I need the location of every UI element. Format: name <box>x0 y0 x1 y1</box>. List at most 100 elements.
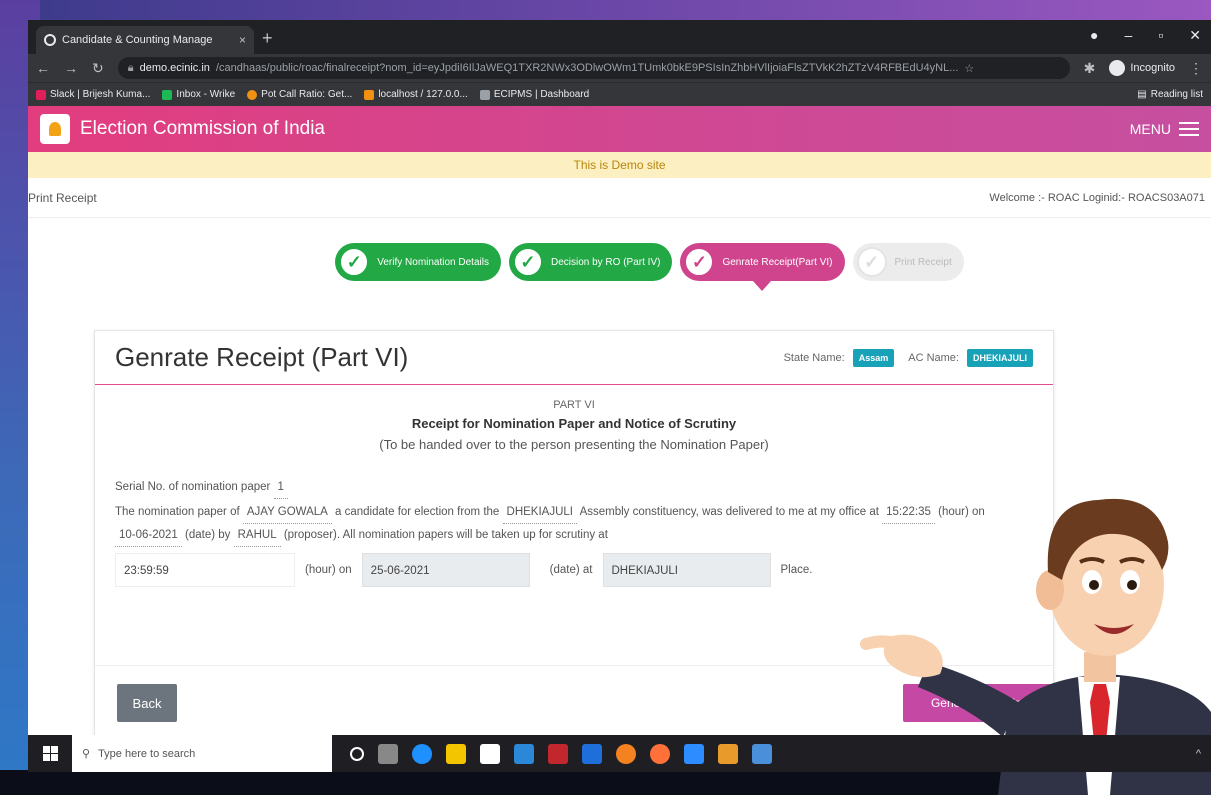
part-title: Receipt for Nomination Paper and Notice … <box>411 416 737 431</box>
app-icon[interactable] <box>752 743 772 764</box>
step-label: Decision by RO (Part IV) <box>550 256 661 268</box>
start-button[interactable] <box>28 735 72 772</box>
incognito-icon <box>1109 60 1126 76</box>
place-label: Place. <box>780 564 813 576</box>
check-icon: ✓ <box>512 247 543 277</box>
bookmark-icon <box>479 89 490 100</box>
page-title: Genrate Receipt (Part VI) <box>115 342 409 372</box>
constituency-name: DHEKIAJULI <box>502 501 577 524</box>
desktop-top-background <box>0 0 1211 20</box>
tab-title: Candidate & Counting Manage <box>62 34 213 46</box>
edge-icon[interactable] <box>412 743 432 764</box>
part-subtitle: (To be handed over to the person present… <box>379 437 769 452</box>
app-icon[interactable] <box>548 743 568 764</box>
bookmark-label: ECIPMS | Dashboard <box>493 89 590 100</box>
page-bar: Print Receipt Welcome :- ROAC Loginid:- … <box>28 178 1211 218</box>
browser-menu-icon[interactable]: ⋮ <box>1189 60 1203 77</box>
system-tray[interactable]: ^ <box>1196 748 1201 760</box>
search-icon: ⚲ <box>82 748 91 760</box>
welcome-text: Welcome :- ROAC Loginid:- ROACS03A071 <box>989 191 1205 204</box>
menu-label: MENU <box>1129 121 1171 137</box>
extensions-puzzle-icon[interactable]: ✱ <box>1084 60 1096 77</box>
scrutiny-place-input[interactable]: DHEKIAJULI <box>602 553 771 587</box>
firefox-icon[interactable] <box>650 743 670 764</box>
zoom-icon[interactable] <box>684 743 704 764</box>
serial-value: 1 <box>273 476 288 499</box>
state-label: State Name: <box>783 351 845 364</box>
hour-on-label: (hour) on <box>305 564 352 576</box>
reload-icon[interactable]: ↻ <box>92 60 104 77</box>
candidate-name: AJAY GOWALA <box>242 501 332 524</box>
app-icon[interactable] <box>514 743 534 764</box>
windows-logo-icon <box>42 746 58 761</box>
step-verify-nomination[interactable]: ✓ Verify Nomination Details <box>335 243 501 281</box>
taskbar-search-placeholder: Type here to search <box>98 747 196 760</box>
check-icon: ✓ <box>856 247 887 277</box>
card-header: Genrate Receipt (Part VI) State Name: As… <box>95 331 1053 385</box>
step-generate-receipt[interactable]: ✓ Genrate Receipt(Part VI) <box>680 243 845 291</box>
hamburger-icon <box>1179 122 1199 136</box>
incognito-indicator[interactable]: Incognito <box>1109 60 1175 76</box>
new-tab-button[interactable]: + <box>262 28 273 49</box>
reading-list[interactable]: ▤ Reading list <box>1137 89 1203 100</box>
file-explorer-icon[interactable] <box>446 743 466 764</box>
bookmark-label: Slack | Brijesh Kuma... <box>50 89 151 100</box>
browser-tab[interactable]: Candidate & Counting Manage × <box>36 26 254 54</box>
serial-label: Serial No. of nomination paper <box>115 481 271 493</box>
part-number: PART VI <box>553 399 595 411</box>
bookmark-item[interactable]: ECIPMS | Dashboard <box>479 89 590 100</box>
text-segment: Assembly constituency, was delivered to … <box>579 506 836 518</box>
store-icon[interactable] <box>480 743 500 764</box>
state-ac-info: State Name: Assam AC Name: DHEKIAJULI <box>783 348 1033 367</box>
reading-list-label: Reading list <box>1150 89 1203 100</box>
proposer-name: RAHUL <box>233 524 281 547</box>
back-button[interactable]: Back <box>117 684 177 722</box>
tab-close-icon[interactable]: × <box>239 33 246 47</box>
scrutiny-date-input[interactable]: 25-06-2021 <box>361 553 530 587</box>
bookmark-item[interactable]: localhost / 127.0.0... <box>364 89 468 100</box>
bookmark-icon <box>162 89 173 100</box>
text-segment: a candidate for election from the <box>335 506 500 518</box>
profile-circle-icon[interactable]: ● <box>1090 27 1098 44</box>
reading-list-icon: ▤ <box>1137 89 1147 100</box>
bookmark-label: localhost / 127.0.0... <box>378 89 468 100</box>
bookmark-item[interactable]: Slack | Brijesh Kuma... <box>36 89 150 100</box>
app-icon[interactable] <box>718 743 738 764</box>
step-label: Verify Nomination Details <box>377 256 489 268</box>
text-segment: (proposer). All nomination papers will b… <box>283 529 608 541</box>
minimize-icon[interactable]: – <box>1125 27 1133 44</box>
step-print-receipt[interactable]: ✓ Print Receipt <box>852 243 964 281</box>
app-name: Election Commission of India <box>80 118 325 139</box>
demo-notice: This is Demo site <box>28 152 1211 178</box>
address-bar-row: ← → ↻ 🔒︎ demo.ecinic.in /candhaas/public… <box>28 54 1211 82</box>
check-icon: ✓ <box>684 247 715 277</box>
cortana-icon[interactable] <box>350 746 364 761</box>
bookmark-icon <box>364 89 375 100</box>
bookmark-star-icon[interactable]: ☆ <box>964 62 974 75</box>
forward-arrow-icon[interactable]: → <box>64 60 78 76</box>
task-view-icon[interactable] <box>378 743 398 764</box>
taskbar-apps <box>350 743 772 764</box>
url-field[interactable]: 🔒︎ demo.ecinic.in /candhaas/public/roac/… <box>117 57 1070 79</box>
tab-bar: Candidate & Counting Manage × + ● – ▫ ✕ <box>28 20 1211 54</box>
scrutiny-time-input[interactable]: 23:59:59 <box>115 553 295 587</box>
menu-button[interactable]: MENU <box>1130 121 1199 137</box>
window-controls: ● – ▫ ✕ <box>1090 27 1201 44</box>
ac-badge: DHEKIAJULI <box>966 348 1033 367</box>
eci-logo <box>40 114 70 144</box>
url-host: demo.ecinic.in <box>139 62 210 74</box>
lock-icon: 🔒︎ <box>127 61 134 74</box>
bookmark-icon <box>247 89 258 100</box>
mail-icon[interactable] <box>582 743 602 764</box>
part-header: PART VI Receipt for Nomination Paper and… <box>95 399 1053 452</box>
bookmark-item[interactable]: Pot Call Ratio: Get... <box>247 89 352 100</box>
incognito-label: Incognito <box>1130 62 1175 74</box>
bookmark-item[interactable]: Inbox - Wrike <box>162 89 235 100</box>
back-arrow-icon[interactable]: ← <box>36 60 50 76</box>
taskbar-search[interactable]: ⚲ Type here to search <box>72 735 332 772</box>
close-window-icon[interactable]: ✕ <box>1189 27 1201 44</box>
maximize-icon[interactable]: ▫ <box>1158 27 1163 44</box>
step-decision-by-ro[interactable]: ✓ Decision by RO (Part IV) <box>508 243 673 281</box>
bookmark-label: Inbox - Wrike <box>176 89 236 100</box>
chrome-icon[interactable] <box>616 743 636 764</box>
